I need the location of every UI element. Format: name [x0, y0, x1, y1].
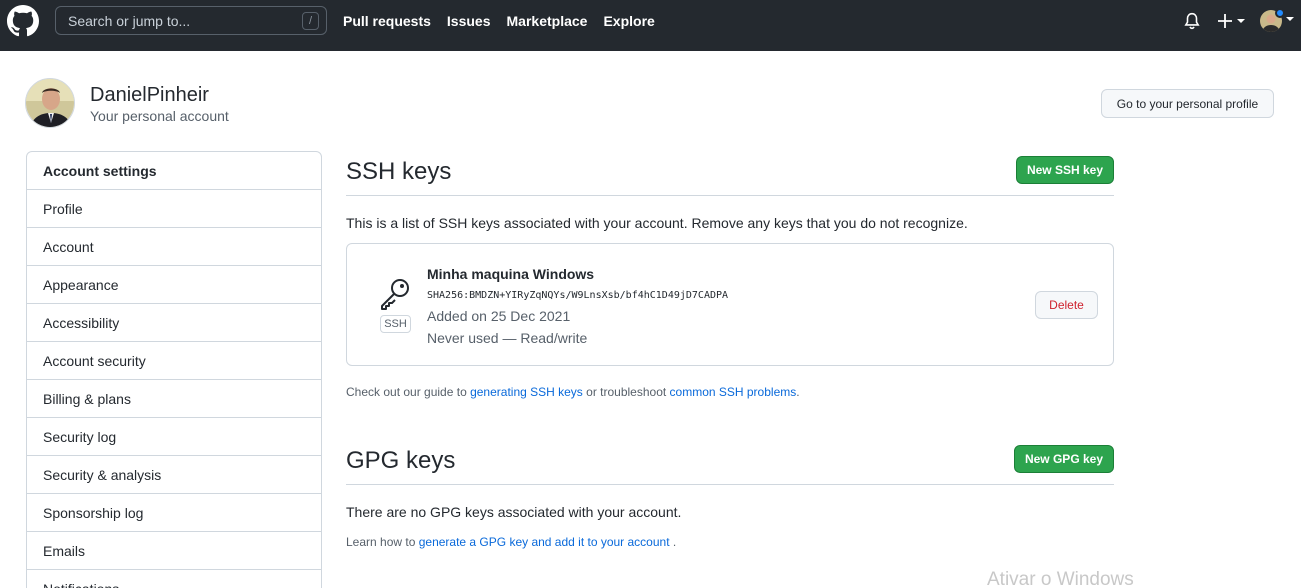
ssh-description: This is a list of SSH keys associated wi…: [346, 215, 968, 231]
common-ssh-problems-link[interactable]: common SSH problems: [670, 385, 797, 399]
sidebar-item-security-analysis[interactable]: Security & analysis: [27, 456, 321, 494]
sidebar-item-profile[interactable]: Profile: [27, 190, 321, 228]
sidebar-heading: Account settings: [27, 152, 321, 190]
nav-explore[interactable]: Explore: [603, 13, 654, 29]
ssh-divider: [346, 195, 1114, 196]
avatar-image-icon: [26, 79, 74, 127]
gpg-learn-prefix: Learn how to: [346, 535, 419, 549]
generate-gpg-key-link[interactable]: generate a GPG key and add it to your ac…: [419, 535, 670, 549]
gpg-learn-suffix: .: [669, 535, 677, 549]
github-logo-icon[interactable]: [7, 5, 39, 37]
sidebar-item-accessibility[interactable]: Accessibility: [27, 304, 321, 342]
ssh-guide-suffix: .: [796, 385, 800, 399]
delete-ssh-key-button[interactable]: Delete: [1035, 291, 1098, 319]
personal-profile-button[interactable]: Go to your personal profile: [1101, 89, 1274, 118]
profile-name: DanielPinheir: [90, 84, 209, 106]
gpg-divider: [346, 484, 1114, 485]
sidebar-item-emails[interactable]: Emails: [27, 532, 321, 570]
gpg-keys-heading: GPG keys: [346, 447, 456, 474]
generating-ssh-keys-link[interactable]: generating SSH keys: [470, 385, 583, 399]
gpg-empty-text: There are no GPG keys associated with yo…: [346, 504, 682, 520]
sidebar-item-billing[interactable]: Billing & plans: [27, 380, 321, 418]
nav-marketplace[interactable]: Marketplace: [507, 13, 588, 29]
ssh-key-name: Minha maquina Windows: [427, 266, 595, 282]
search-input[interactable]: Search or jump to... /: [55, 6, 327, 35]
windows-activation-watermark: Ativar o Windows: [987, 569, 1134, 588]
profile-avatar: [25, 78, 75, 128]
sidebar-item-account[interactable]: Account: [27, 228, 321, 266]
top-header: Search or jump to... / Pull requests Iss…: [0, 0, 1301, 51]
sidebar-item-sponsorship-log[interactable]: Sponsorship log: [27, 494, 321, 532]
ssh-keys-heading: SSH keys: [346, 158, 452, 185]
ssh-key-usage: Never used — Read/write: [427, 330, 588, 346]
sidebar-item-security-log[interactable]: Security log: [27, 418, 321, 456]
ssh-key-added-date: Added on 25 Dec 2021: [427, 308, 571, 324]
create-new-dropdown-icon[interactable]: [1216, 12, 1246, 30]
ssh-guide-middle: or troubleshoot: [582, 385, 670, 399]
profile-subtitle: Your personal account: [90, 108, 229, 124]
notification-dot-icon: [1275, 8, 1285, 18]
primary-nav: Pull requests Issues Marketplace Explore: [343, 0, 655, 42]
settings-sidebar: Account settings Profile Account Appeara…: [26, 151, 322, 588]
chevron-down-icon[interactable]: [1285, 14, 1295, 24]
new-ssh-key-button[interactable]: New SSH key: [1016, 156, 1114, 184]
ssh-guide-prefix: Check out our guide to: [346, 385, 471, 399]
nav-issues[interactable]: Issues: [447, 13, 491, 29]
sidebar-item-notifications[interactable]: Notifications: [27, 570, 321, 588]
ssh-key-item: SSH Minha maquina Windows SHA256:BMDZN+Y…: [346, 243, 1114, 366]
sidebar-item-appearance[interactable]: Appearance: [27, 266, 321, 304]
search-placeholder: Search or jump to...: [68, 12, 191, 29]
gpg-learn-text: Learn how to generate a GPG key and add …: [346, 535, 676, 549]
bell-icon[interactable]: [1183, 12, 1201, 30]
nav-pull-requests[interactable]: Pull requests: [343, 13, 431, 29]
search-shortcut-badge: /: [302, 12, 319, 30]
new-gpg-key-button[interactable]: New GPG key: [1014, 445, 1114, 473]
ssh-guide-text: Check out our guide to generating SSH ke…: [346, 385, 800, 399]
sidebar-item-account-security[interactable]: Account security: [27, 342, 321, 380]
ssh-badge: SSH: [380, 315, 411, 333]
ssh-key-fingerprint: SHA256:BMDZN+YIRyZqNQYs/W9LnsXsb/bf4hC1D…: [427, 290, 729, 301]
key-icon: [381, 279, 409, 310]
